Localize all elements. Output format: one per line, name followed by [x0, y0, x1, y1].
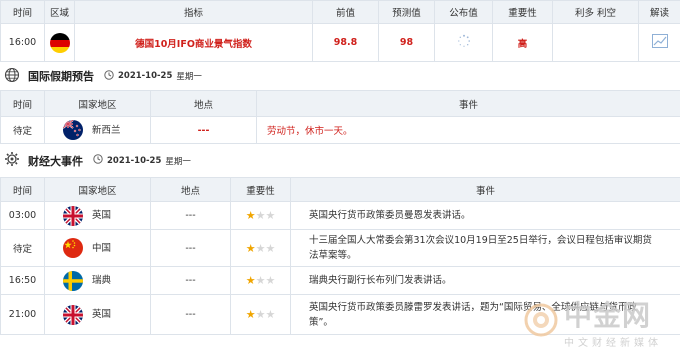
- indicator-row[interactable]: 16:00 德国10月IFO商业景气指数 98.8 98 高: [0, 23, 680, 62]
- star-icon: ★: [245, 308, 256, 321]
- holiday-title: 国际假期预告: [28, 70, 94, 83]
- clock-icon: [104, 69, 114, 83]
- finance-col-time: 时间: [0, 177, 45, 202]
- finance-date: 2021-10-25: [107, 155, 162, 166]
- uk-flag-icon: [63, 205, 83, 226]
- finance-row[interactable]: 03:00 英国 --- ★★★ 英国央行货币政策委员曼恩发表讲话。: [0, 201, 680, 230]
- finance-time: 待定: [0, 229, 45, 267]
- finance-place: ---: [150, 201, 231, 230]
- chart-analysis-icon[interactable]: [651, 34, 668, 51]
- star-icon: ★: [265, 308, 276, 321]
- finance-place: ---: [150, 229, 231, 267]
- finance-col-event: 事件: [290, 177, 680, 202]
- holiday-row[interactable]: 待定 新西兰 --- 劳动节，休市一天。: [0, 116, 680, 144]
- brand-logo-icon: [524, 303, 558, 340]
- finance-country: 瑞典: [92, 275, 112, 286]
- star-icon: ★: [245, 209, 256, 222]
- finance-section-header: 财经大事件 2021-10-25 星期一: [0, 144, 680, 177]
- holiday-event: 劳动节，休市一天。: [256, 116, 680, 144]
- holiday-weekday: 星期一: [176, 72, 202, 82]
- finance-event: 英国央行货币政策委员曼恩发表讲话。: [290, 201, 680, 230]
- watermark-brand: 中金网: [564, 299, 652, 332]
- star-icon: ★: [245, 274, 256, 287]
- new-zealand-flag-icon: [63, 120, 83, 140]
- uk-flag-icon: [63, 304, 83, 325]
- star-icon: ★: [255, 274, 266, 287]
- finance-time: 03:00: [0, 201, 45, 230]
- holiday-col-place: 地点: [150, 90, 257, 117]
- indicator-importance: 高: [492, 23, 553, 62]
- finance-col-importance: 重要性: [230, 177, 291, 202]
- finance-country: 英国: [92, 210, 112, 221]
- star-icon: ★: [255, 241, 266, 255]
- clock-icon: [93, 154, 103, 167]
- finance-country: 英国: [92, 309, 112, 320]
- importance-stars: ★★★: [230, 294, 291, 335]
- globe-icon: [4, 67, 20, 86]
- finance-place: ---: [150, 294, 231, 335]
- finance-col-place: 地点: [150, 177, 231, 202]
- watermark-tagline: 中文财经新媒体: [564, 338, 662, 349]
- importance-stars: ★★★: [230, 229, 291, 267]
- holiday-table: 时间 国家地区 地点 事件 待定 新西兰 --- 劳动节，休市一天。: [0, 90, 680, 144]
- star-icon: ★: [255, 209, 266, 222]
- indicator-previous: 98.8: [312, 23, 379, 62]
- indicator-bull-bear: [552, 23, 639, 62]
- finance-row[interactable]: 待定 中国 --- ★★★ 十三届全国人大常委会第31次会议10月19日至25日…: [0, 229, 680, 267]
- holiday-section-header: 国际假期预告 2021-10-25 星期一: [0, 62, 680, 90]
- col-actual: 公布值: [434, 0, 493, 24]
- star-icon: ★: [255, 308, 266, 321]
- finance-event: 瑞典央行副行长布列门发表讲话。: [290, 266, 680, 295]
- finance-title: 财经大事件: [28, 154, 83, 168]
- china-flag-icon: [63, 238, 83, 258]
- finance-time: 21:00: [0, 294, 45, 335]
- importance-stars: ★★★: [230, 201, 291, 230]
- col-bull-bear: 利多 利空: [552, 0, 639, 24]
- holiday-col-event: 事件: [256, 90, 680, 117]
- holiday-time: 待定: [0, 116, 45, 144]
- indicator-table: 时间 区域 指标 前值 预测值 公布值 重要性 利多 利空 解读 16:00 德…: [0, 0, 680, 62]
- col-analysis: 解读: [638, 0, 680, 24]
- germany-flag-icon: [49, 32, 70, 53]
- finance-col-country: 国家地区: [44, 177, 151, 202]
- loading-spinner-icon: [457, 34, 471, 51]
- indicator-name[interactable]: 德国10月IFO商业景气指数: [74, 23, 313, 62]
- col-time: 时间: [0, 0, 45, 24]
- sweden-flag-icon: [63, 270, 83, 291]
- finance-weekday: 星期一: [165, 156, 191, 167]
- finance-place: ---: [150, 266, 231, 295]
- indicator-forecast: 98: [378, 23, 435, 62]
- finance-country: 中国: [92, 242, 112, 254]
- finance-time: 16:50: [0, 266, 45, 295]
- finance-row[interactable]: 16:50 瑞典 --- ★★★ 瑞典央行副行长布列门发表讲话。: [0, 266, 680, 295]
- star-icon: ★: [265, 274, 276, 287]
- col-importance: 重要性: [492, 0, 553, 24]
- finance-gear-icon: [4, 151, 20, 170]
- watermark: 中金网 中文财经新媒体: [524, 294, 662, 349]
- col-previous: 前值: [312, 0, 379, 24]
- holiday-date: 2021-10-25: [118, 71, 173, 81]
- col-forecast: 预测值: [378, 0, 435, 24]
- holiday-place: ---: [150, 116, 257, 144]
- indicator-time: 16:00: [0, 23, 45, 62]
- finance-event: 十三届全国人大常委会第31次会议10月19日至25日举行，会议日程包括审议期货法…: [290, 229, 680, 267]
- star-icon: ★: [265, 209, 276, 222]
- holiday-country: 新西兰: [92, 124, 121, 136]
- holiday-col-time: 时间: [0, 90, 45, 117]
- col-region: 区域: [44, 0, 75, 24]
- star-icon: ★: [245, 241, 256, 255]
- holiday-col-country: 国家地区: [44, 90, 151, 117]
- importance-stars: ★★★: [230, 266, 291, 295]
- star-icon: ★: [265, 241, 276, 255]
- col-indicator: 指标: [74, 0, 313, 24]
